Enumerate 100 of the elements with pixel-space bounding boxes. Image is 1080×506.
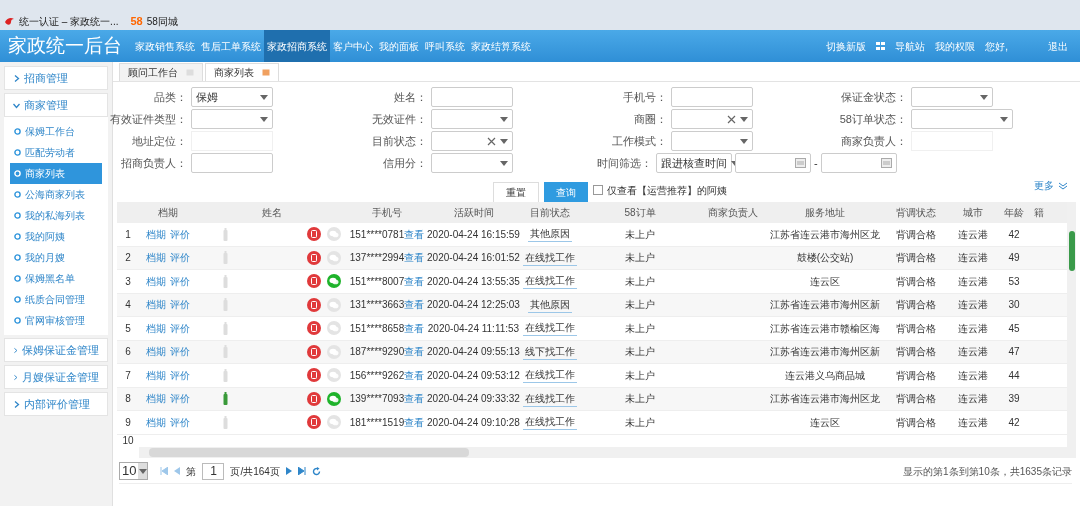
vertical-scrollbar[interactable] bbox=[1067, 202, 1076, 458]
close-icon[interactable] bbox=[262, 69, 270, 76]
select-field[interactable] bbox=[911, 87, 993, 107]
table-link[interactable]: 评价 bbox=[170, 226, 190, 242]
browser-tab[interactable]: 58同城 bbox=[146, 13, 178, 29]
text-field[interactable] bbox=[671, 87, 753, 107]
view-link[interactable]: 查看 bbox=[404, 320, 425, 336]
phone-icon[interactable] bbox=[307, 227, 321, 242]
checkbox[interactable] bbox=[593, 185, 603, 195]
grid-icon[interactable] bbox=[876, 42, 886, 50]
sidebar-item[interactable]: 商家列表 bbox=[10, 163, 102, 184]
chat-icon[interactable] bbox=[327, 391, 341, 406]
page-field[interactable]: 1 bbox=[202, 462, 225, 480]
search-button[interactable]: 查询 bbox=[544, 182, 588, 202]
table-link[interactable]: 档期 bbox=[146, 250, 166, 266]
view-link[interactable]: 查看 bbox=[404, 250, 425, 266]
status-field[interactable]: 其他原因 bbox=[528, 226, 572, 243]
view-link[interactable]: 查看 bbox=[404, 226, 425, 242]
table-link[interactable]: 档期 bbox=[146, 344, 166, 360]
table-link[interactable]: 评价 bbox=[170, 297, 190, 313]
phone-icon[interactable] bbox=[307, 274, 321, 289]
chat-icon[interactable] bbox=[327, 368, 341, 383]
calendar-icon[interactable] bbox=[795, 158, 806, 168]
browser-tab[interactable]: 统一认证 – 家政统一... bbox=[19, 13, 119, 29]
horizontal-scrollbar[interactable] bbox=[139, 446, 1067, 458]
nav-tab[interactable]: 客户中心 bbox=[330, 30, 376, 62]
status-field[interactable]: 在线找工作 bbox=[523, 320, 577, 337]
view-link[interactable]: 查看 bbox=[404, 367, 425, 383]
table-link[interactable]: 评价 bbox=[170, 250, 190, 266]
table-link[interactable]: 档期 bbox=[146, 367, 166, 383]
text-field[interactable] bbox=[431, 87, 513, 107]
sidebar-item[interactable]: 保姆工作台 bbox=[10, 121, 102, 142]
status-field[interactable]: 在线找工作 bbox=[523, 249, 577, 266]
reset-button[interactable]: 重置 bbox=[493, 182, 539, 202]
nav-tab[interactable]: 售后工单系统 bbox=[198, 30, 264, 62]
chat-icon[interactable] bbox=[327, 415, 341, 430]
more-link[interactable]: 更多 bbox=[1034, 178, 1068, 193]
status-field[interactable]: 线下找工作 bbox=[523, 343, 577, 360]
sidebar-item[interactable]: 公海商家列表 bbox=[10, 184, 102, 205]
table-link[interactable]: 档期 bbox=[146, 226, 166, 242]
first-page-icon[interactable] bbox=[160, 467, 169, 475]
page-tab[interactable]: 顾问工作台 bbox=[119, 63, 203, 81]
sidebar-section[interactable]: 内部评价管理 bbox=[4, 392, 108, 416]
nav-tab[interactable]: 家政结算系统 bbox=[468, 30, 534, 62]
previous-page-icon[interactable] bbox=[174, 467, 181, 475]
sidebar-item[interactable]: 我的私海列表 bbox=[10, 205, 102, 226]
header-link[interactable]: 退出 bbox=[1048, 38, 1068, 54]
sidebar-item[interactable]: 保姆黑名单 bbox=[10, 268, 102, 289]
sidebar-item[interactable]: 官网审核管理 bbox=[10, 310, 102, 331]
table-link[interactable]: 档期 bbox=[146, 273, 166, 289]
date-field[interactable] bbox=[735, 153, 811, 173]
refresh-icon[interactable] bbox=[311, 466, 321, 476]
select-field[interactable] bbox=[671, 131, 753, 151]
chat-icon[interactable] bbox=[327, 297, 341, 312]
next-page-icon[interactable] bbox=[285, 467, 292, 475]
view-link[interactable]: 查看 bbox=[404, 273, 425, 289]
header-link[interactable]: 切换新版 bbox=[826, 38, 867, 54]
sidebar-section[interactable]: 招商管理 bbox=[4, 66, 108, 90]
page-size-select[interactable]: 10 bbox=[119, 462, 149, 480]
nav-tab[interactable]: 家政招商系统 bbox=[264, 30, 330, 62]
table-link[interactable]: 档期 bbox=[146, 297, 166, 313]
calendar-icon[interactable] bbox=[880, 158, 892, 168]
view-link[interactable]: 查看 bbox=[404, 344, 425, 360]
sidebar-section[interactable]: 商家管理 bbox=[4, 93, 108, 117]
text-field[interactable] bbox=[191, 153, 273, 173]
select-field[interactable] bbox=[671, 109, 753, 129]
status-field[interactable]: 在线找工作 bbox=[523, 367, 577, 384]
table-link[interactable]: 评价 bbox=[170, 344, 190, 360]
table-link[interactable]: 档期 bbox=[146, 391, 166, 407]
chat-icon[interactable] bbox=[327, 344, 341, 359]
sidebar-item[interactable]: 我的阿姨 bbox=[10, 226, 102, 247]
view-link[interactable]: 查看 bbox=[404, 297, 425, 313]
select-field[interactable]: 跟进核查时间 bbox=[656, 153, 732, 173]
nav-tab[interactable]: 呼叫系统 bbox=[422, 30, 468, 62]
phone-icon[interactable] bbox=[307, 250, 321, 265]
chat-icon[interactable] bbox=[327, 227, 341, 242]
phone-icon[interactable] bbox=[307, 344, 321, 359]
sidebar-section[interactable]: 保姆保证金管理 bbox=[4, 338, 108, 362]
nav-tab[interactable]: 家政销售系统 bbox=[132, 30, 198, 62]
clear-icon[interactable] bbox=[727, 114, 736, 124]
header-link[interactable]: 我的权限 bbox=[935, 38, 976, 54]
table-link[interactable]: 评价 bbox=[170, 273, 190, 289]
header-link[interactable]: 您好, bbox=[985, 38, 1008, 54]
phone-icon[interactable] bbox=[307, 415, 321, 430]
date-field[interactable] bbox=[820, 153, 897, 173]
status-field[interactable]: 在线找工作 bbox=[523, 414, 577, 431]
select-field[interactable]: 保姆 bbox=[191, 87, 273, 107]
chat-icon[interactable] bbox=[327, 250, 341, 265]
table-link[interactable]: 档期 bbox=[146, 320, 166, 336]
table-link[interactable]: 评价 bbox=[170, 391, 190, 407]
select-field[interactable] bbox=[191, 109, 273, 129]
view-link[interactable]: 查看 bbox=[404, 414, 425, 430]
table-link[interactable]: 评价 bbox=[170, 367, 190, 383]
phone-icon[interactable] bbox=[307, 368, 321, 383]
phone-icon[interactable] bbox=[307, 391, 321, 406]
nav-tab[interactable]: 我的面板 bbox=[376, 30, 422, 62]
page-tab[interactable]: 商家列表 bbox=[205, 63, 279, 81]
sidebar-item[interactable]: 纸质合同管理 bbox=[10, 289, 102, 310]
table-link[interactable]: 档期 bbox=[146, 414, 166, 430]
sidebar-item[interactable]: 我的月嫂 bbox=[10, 247, 102, 268]
